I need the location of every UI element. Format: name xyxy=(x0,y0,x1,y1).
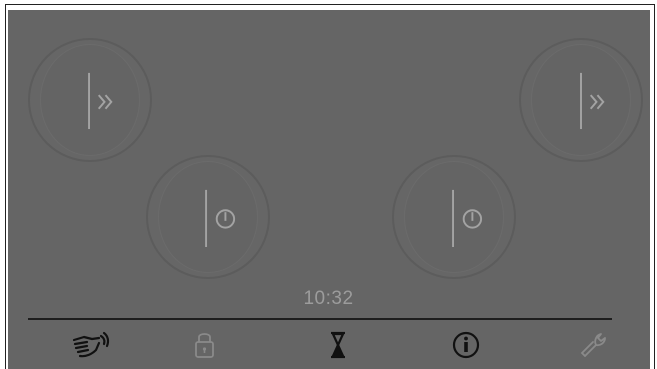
bottom-toolbar xyxy=(8,320,650,369)
cooking-zone-front-left[interactable] xyxy=(146,155,270,279)
info-icon xyxy=(452,331,480,359)
power-icon xyxy=(452,189,483,247)
settings-button[interactable] xyxy=(574,328,614,362)
power-icon xyxy=(205,189,236,247)
frame-top-border xyxy=(5,4,655,5)
info-button[interactable] xyxy=(446,328,486,362)
wipe-hand-icon xyxy=(72,331,110,358)
wipe-protection-button[interactable] xyxy=(70,328,110,362)
boost-icon xyxy=(580,72,605,130)
cooking-zone-front-right[interactable] xyxy=(392,155,516,279)
frame-right-border xyxy=(654,4,655,369)
child-lock-button[interactable] xyxy=(184,328,224,362)
clock-display: 10:32 xyxy=(303,288,354,309)
timer-button[interactable] xyxy=(318,328,358,362)
cooking-zone-rear-right[interactable] xyxy=(519,38,643,162)
frame-left-border xyxy=(5,4,6,369)
lock-icon xyxy=(195,333,214,358)
wrench-icon xyxy=(580,333,606,357)
hourglass-icon xyxy=(331,331,345,359)
boost-icon xyxy=(88,72,113,130)
cooking-zone-rear-left[interactable] xyxy=(28,38,152,162)
